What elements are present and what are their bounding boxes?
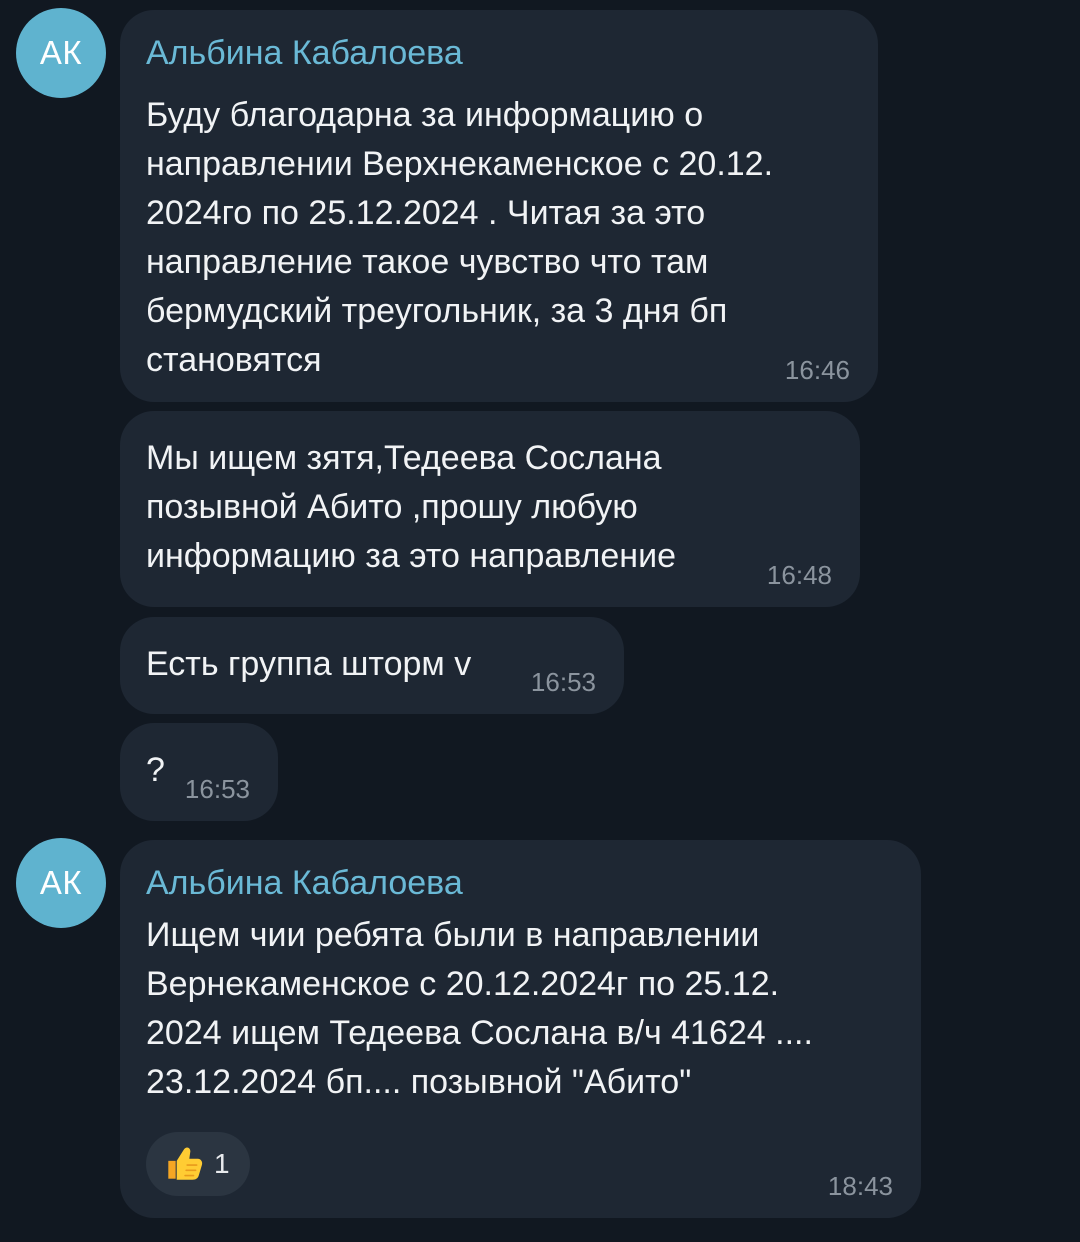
sender-name[interactable]: Альбина Кабалоева: [146, 34, 463, 73]
message-line: направлении Верхнекаменское с 20.12.: [146, 145, 774, 183]
message-bubble[interactable]: Альбина Кабалоева Ищем чии ребята были в…: [120, 840, 921, 1218]
message-line: Буду благодарна за информацию о: [146, 96, 704, 134]
sender-name[interactable]: Альбина Кабалоева: [146, 864, 463, 903]
message-bubble[interactable]: Альбина Кабалоева Буду благодарна за инф…: [120, 10, 878, 402]
message-line: 2024 ищем Тедеева Сослана в/ч 41624 ....: [146, 1014, 813, 1052]
message-timestamp: 16:46: [784, 355, 850, 385]
message-line: Ищем чии ребята были в направлении: [146, 916, 760, 954]
message-timestamp: 16:53: [184, 774, 250, 804]
avatar-initials: АК: [39, 34, 83, 71]
avatar-initials: АК: [39, 864, 83, 901]
message-line: Есть группа шторм v: [146, 645, 472, 683]
message-line: позывной Абито ,прошу любую: [146, 488, 638, 526]
reaction-chip[interactable]: 1: [146, 1132, 250, 1196]
avatar[interactable]: АК: [16, 838, 106, 928]
reaction-count: 1: [214, 1148, 230, 1179]
message-line: 2024го по 25.12.2024 . Читая за это: [146, 194, 706, 232]
message-bubble[interactable]: ? 16:53: [120, 723, 278, 821]
message-line: становятся: [146, 341, 322, 379]
message-text: Буду благодарна за информацию о направле…: [146, 91, 773, 385]
message-line: Вернекаменское с 20.12.2024г по 25.12.: [146, 965, 780, 1003]
message-line: направление такое чувство что там: [146, 243, 709, 281]
message-timestamp: 16:53: [530, 667, 596, 697]
message-text: Мы ищем зятя,Тедеева Сослана позывной Аб…: [146, 434, 676, 581]
message-bubble[interactable]: Есть группа шторм v 16:53: [120, 617, 624, 714]
message-line: информацию за это направление: [146, 537, 676, 575]
message-text: ?: [146, 746, 165, 795]
message-line: бермудский треугольник, за 3 дня бп: [146, 292, 728, 330]
message-text: Ищем чии ребята были в направлении Верне…: [146, 911, 813, 1107]
avatar[interactable]: АК: [16, 8, 106, 98]
thumbs-up-icon: [162, 1143, 204, 1185]
message-timestamp: 16:48: [766, 560, 832, 590]
message-line: Мы ищем зятя,Тедеева Сослана: [146, 439, 662, 477]
message-timestamp: 18:43: [827, 1171, 893, 1201]
message-line: 23.12.2024 бп.... позывной "Абито": [146, 1063, 692, 1101]
message-line: ?: [146, 751, 165, 789]
message-text: Есть группа шторм v: [146, 640, 471, 689]
message-bubble[interactable]: Мы ищем зятя,Тедеева Сослана позывной Аб…: [120, 411, 860, 607]
